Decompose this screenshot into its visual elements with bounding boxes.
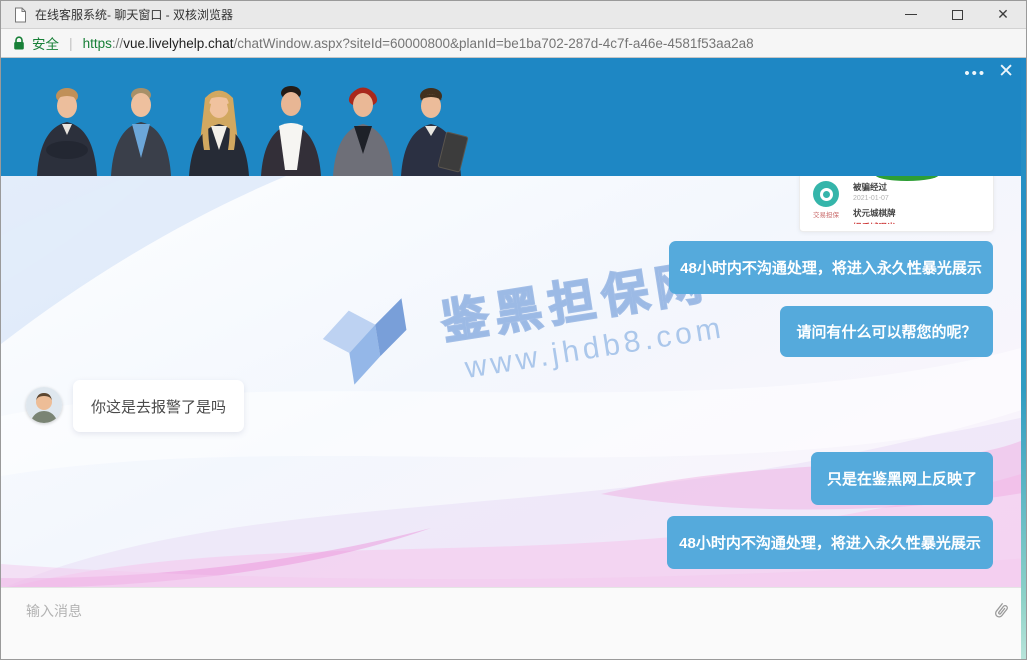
chat-bubble-outgoing: 48小时内不沟通处理，将进入永久性暴光展示 [669, 241, 993, 294]
minimize-button[interactable] [888, 1, 934, 28]
close-icon: ✕ [997, 6, 1009, 23]
chat-message-area: 鉴黑担保网 www.jhdb8.com 交易担保 被骗经过 2021-01-07… [1, 176, 1026, 587]
window-controls: ✕ [888, 1, 1026, 28]
link-preview-card[interactable]: 交易担保 被骗经过 2021-01-07 状元城棋牌 娱乐城曝光! [799, 176, 994, 232]
chat-bubble-outgoing: 48小时内不沟通处理，将进入永久性暴光展示 [667, 516, 993, 569]
address-bar[interactable]: 安全 | https://vue.livelyhelp.chat/chatWin… [1, 29, 1026, 58]
url-separator: :// [112, 36, 123, 51]
page-document-icon [14, 7, 27, 23]
maximize-button[interactable] [934, 1, 980, 28]
card-icon-wrap: 交易担保 [808, 181, 844, 224]
chat-bubble-outgoing: 请问有什么可以帮您的呢？ [780, 306, 993, 357]
lock-icon[interactable] [13, 36, 25, 51]
window-titlebar: 在线客服系统- 聊天窗口 - 双核浏览器 ✕ [1, 1, 1026, 29]
card-title: 被骗经过 [853, 181, 985, 193]
url-domain: vue.livelyhelp.chat [123, 36, 233, 51]
right-edge-strip [1021, 58, 1026, 659]
card-content: 被骗经过 2021-01-07 状元城棋牌 娱乐城曝光! [853, 181, 985, 224]
chat-close-icon[interactable]: ✕ [998, 62, 1014, 81]
security-label[interactable]: 安全 [32, 33, 59, 53]
card-subtitle: 状元城棋牌 [853, 207, 985, 219]
address-divider: | [69, 35, 73, 51]
guarantee-ring-icon [813, 181, 839, 207]
close-button[interactable]: ✕ [980, 1, 1026, 28]
card-warning: 娱乐城曝光! [853, 221, 985, 224]
url-scheme: https [83, 36, 112, 51]
chat-header-actions: ••• ✕ [964, 62, 1014, 81]
card-icon-label: 交易担保 [808, 209, 844, 219]
composer [1, 587, 1026, 659]
url-path: /chatWindow.aspx?siteId=60000800&planId=… [234, 36, 754, 51]
message-input[interactable] [1, 588, 1026, 659]
paperclip-attachment-icon[interactable] [991, 601, 1011, 626]
card-date: 2021-01-07 [853, 195, 985, 202]
browser-window: 在线客服系统- 聊天窗口 - 双核浏览器 ✕ 安全 | https://vue.… [0, 0, 1027, 660]
maximize-icon [952, 10, 963, 20]
window-title: 在线客服系统- 聊天窗口 - 双核浏览器 [35, 6, 233, 23]
agents-team-photo [1, 58, 471, 176]
chat-bubble-incoming: 你这是去报警了是吗 [73, 380, 244, 432]
chat-header: ••• ✕ [1, 58, 1026, 176]
ellipsis-menu-icon[interactable]: ••• [964, 62, 986, 81]
agent-avatar [26, 387, 62, 423]
chat-bubble-outgoing: 只是在鉴黑网上反映了 [811, 452, 993, 505]
url-text[interactable]: https://vue.livelyhelp.chat/chatWindow.a… [83, 36, 754, 51]
chat-window: ••• ✕ [1, 58, 1026, 659]
minimize-icon [905, 14, 917, 15]
